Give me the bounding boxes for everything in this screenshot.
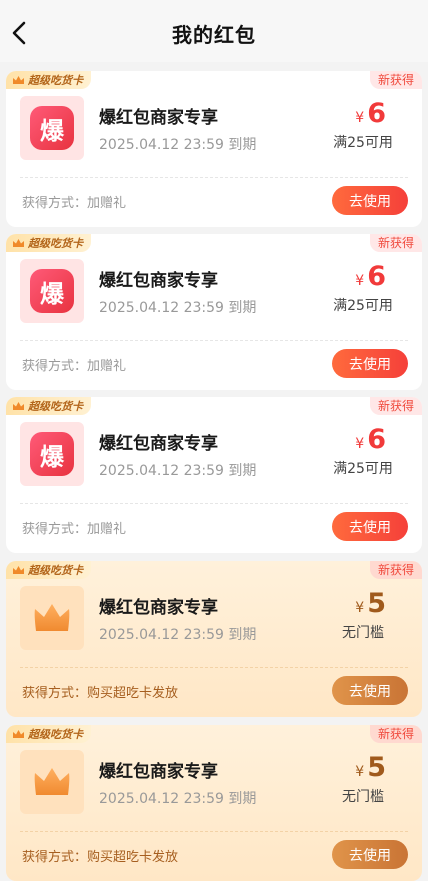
use-coupon-button[interactable]: 去使用 — [332, 512, 408, 541]
tag-label: 超级吃货卡 — [28, 237, 83, 250]
coupon-name: 爆红包商家专享 — [99, 271, 218, 291]
use-coupon-button[interactable]: 去使用 — [332, 676, 408, 705]
coupon-price: ¥ 5 — [355, 752, 386, 783]
coupon-expiry: 2025.04.12 23:59 到期 — [99, 627, 257, 643]
coupon-condition: 无门槛 — [342, 789, 384, 805]
coupon-card: 超级吃货卡 新获得 爆 爆红包商家专享 2025.04.12 23:59 到期 … — [6, 71, 422, 227]
divider — [20, 177, 408, 178]
new-badge: 新获得 — [369, 71, 422, 89]
crown-icon — [34, 768, 70, 795]
coupon-expiry: 2025.04.12 23:59 到期 — [99, 791, 257, 807]
coupon-expiry: 2025.04.12 23:59 到期 — [99, 300, 257, 316]
use-coupon-button[interactable]: 去使用 — [332, 186, 408, 215]
coupon-name: 爆红包商家专享 — [99, 598, 218, 618]
new-badge: 新获得 — [369, 397, 422, 415]
new-badge: 新获得 — [369, 725, 422, 743]
coupon-expiry: 2025.04.12 23:59 到期 — [99, 463, 257, 479]
coupon-icon: 爆 — [20, 96, 84, 160]
coupon-price: ¥ 6 — [355, 261, 386, 292]
new-badge: 新获得 — [369, 234, 422, 252]
crown-icon — [13, 76, 24, 84]
new-badge: 新获得 — [369, 561, 422, 579]
divider — [20, 667, 408, 668]
coupon-amount: 6 — [367, 424, 386, 455]
coupon-condition: 满25可用 — [333, 135, 393, 151]
tag-label: 超级吃货卡 — [28, 400, 83, 413]
bao-logo-icon: 爆 — [30, 269, 74, 313]
coupon-amount: 6 — [367, 98, 386, 129]
currency-symbol: ¥ — [355, 600, 365, 616]
use-coupon-button[interactable]: 去使用 — [332, 840, 408, 869]
coupon-icon: 爆 — [20, 259, 84, 323]
tag-label: 超级吃货卡 — [28, 74, 83, 87]
coupon-name: 爆红包商家专享 — [99, 434, 218, 454]
divider — [20, 503, 408, 504]
acquisition-method: 获得方式：加赠礼 — [22, 359, 127, 374]
coupon-amount: 5 — [367, 752, 386, 783]
currency-symbol: ¥ — [355, 436, 365, 452]
coupon-amount: 5 — [367, 588, 386, 619]
coupon-expiry: 2025.04.12 23:59 到期 — [99, 137, 257, 153]
coupon-condition: 满25可用 — [333, 461, 393, 477]
coupon-price: ¥ 5 — [355, 588, 386, 619]
coupon-name: 爆红包商家专享 — [99, 762, 218, 782]
bao-logo-icon: 爆 — [30, 432, 74, 476]
super-foodie-card-tag: 超级吃货卡 — [6, 725, 91, 743]
page-title: 我的红包 — [172, 23, 256, 47]
navigation-bar: 我的红包 — [0, 0, 428, 62]
coupon-icon — [20, 586, 84, 650]
coupon-name: 爆红包商家专享 — [99, 108, 218, 128]
bao-logo-icon: 爆 — [30, 106, 74, 150]
currency-symbol: ¥ — [355, 764, 365, 780]
crown-icon — [13, 566, 24, 574]
coupon-icon — [20, 750, 84, 814]
crown-icon — [13, 239, 24, 247]
divider — [20, 831, 408, 832]
crown-icon — [13, 402, 24, 410]
super-foodie-card-tag: 超级吃货卡 — [6, 561, 91, 579]
coupon-card: 超级吃货卡 新获得 爆红包商家专享 2025.04.12 23:59 到期 ¥ … — [6, 725, 422, 881]
coupon-condition: 无门槛 — [342, 625, 384, 641]
divider — [20, 340, 408, 341]
coupon-card: 超级吃货卡 新获得 爆红包商家专享 2025.04.12 23:59 到期 ¥ … — [6, 561, 422, 717]
currency-symbol: ¥ — [355, 110, 365, 126]
acquisition-method: 获得方式：购买超吃卡发放 — [22, 850, 179, 865]
coupon-price: ¥ 6 — [355, 98, 386, 129]
coupon-card: 超级吃货卡 新获得 爆 爆红包商家专享 2025.04.12 23:59 到期 … — [6, 397, 422, 553]
currency-symbol: ¥ — [355, 273, 365, 289]
crown-icon — [13, 730, 24, 738]
acquisition-method: 获得方式：加赠礼 — [22, 522, 127, 537]
super-foodie-card-tag: 超级吃货卡 — [6, 71, 91, 89]
acquisition-method: 获得方式：购买超吃卡发放 — [22, 686, 179, 701]
coupon-condition: 满25可用 — [333, 298, 393, 314]
coupon-card: 超级吃货卡 新获得 爆 爆红包商家专享 2025.04.12 23:59 到期 … — [6, 234, 422, 390]
acquisition-method: 获得方式：加赠礼 — [22, 196, 127, 211]
use-coupon-button[interactable]: 去使用 — [332, 349, 408, 378]
coupon-amount: 6 — [367, 261, 386, 292]
crown-icon — [34, 604, 70, 631]
tag-label: 超级吃货卡 — [28, 728, 83, 741]
super-foodie-card-tag: 超级吃货卡 — [6, 234, 91, 252]
super-foodie-card-tag: 超级吃货卡 — [6, 397, 91, 415]
tag-label: 超级吃货卡 — [28, 564, 83, 577]
coupon-icon: 爆 — [20, 422, 84, 486]
coupon-price: ¥ 6 — [355, 424, 386, 455]
